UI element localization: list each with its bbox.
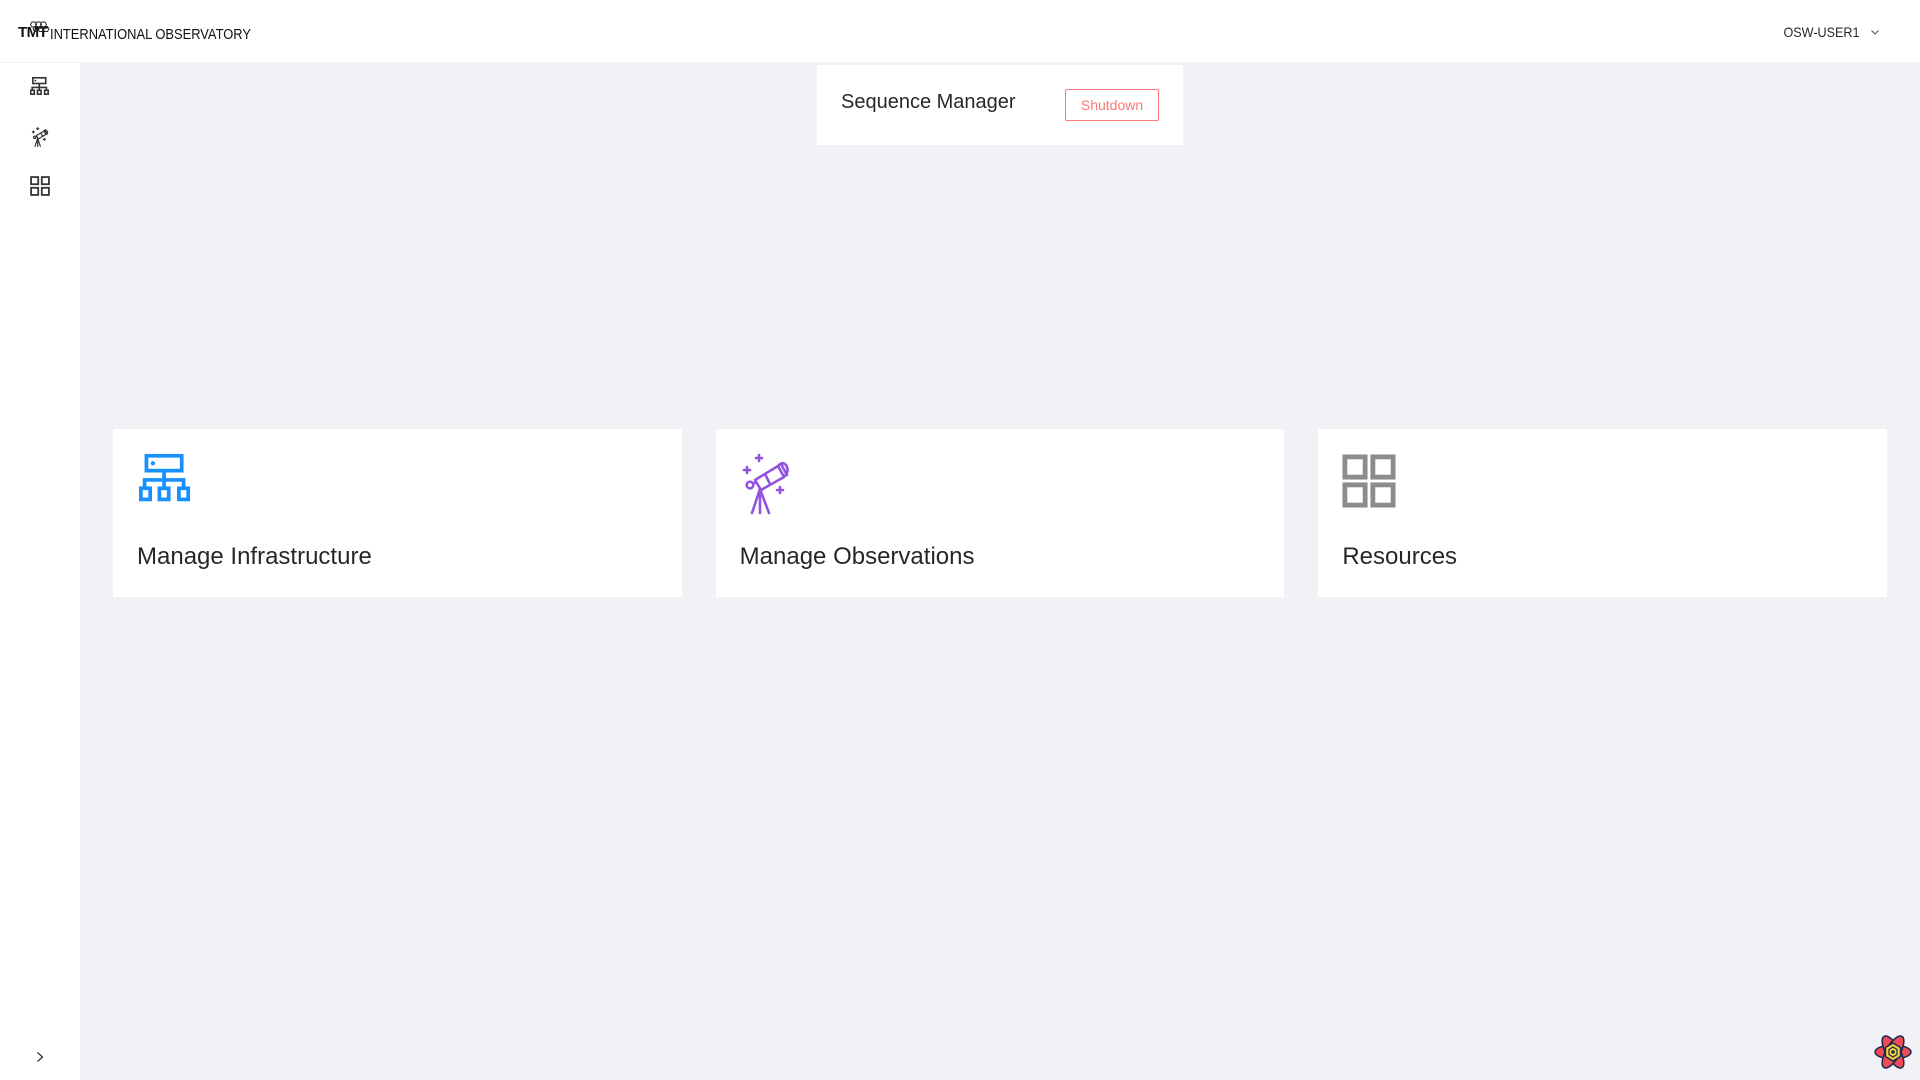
grid-icon — [1342, 454, 1396, 508]
sidebar-item-infrastructure[interactable] — [0, 66, 80, 106]
sidebar-item-observations[interactable] — [0, 117, 80, 157]
card-manage-observations[interactable]: Manage Observations — [715, 429, 1285, 597]
telescope-icon — [742, 453, 789, 515]
app-header: TMT INTERNATIONAL OBSERVATORY OSW-USER1 — [0, 0, 1920, 63]
network-icon — [139, 453, 191, 502]
logo-mark: TMT — [18, 21, 50, 42]
card-resources[interactable]: Resources — [1318, 429, 1888, 597]
chevron-down-icon — [1871, 30, 1879, 35]
card-title: Manage Infrastructure — [137, 543, 372, 570]
logo[interactable]: TMT INTERNATIONAL OBSERVATORY — [18, 12, 284, 42]
telescope-icon — [31, 127, 49, 147]
logo-name: INTERNATIONAL OBSERVATORY — [50, 26, 252, 43]
user-menu[interactable]: OSW-USER1 — [1775, 22, 1880, 42]
card-title: Resources — [1342, 543, 1458, 570]
shutdown-button[interactable]: Shutdown — [1065, 89, 1159, 121]
react-query-devtools-icon — [1874, 1035, 1912, 1069]
chevron-right-icon — [37, 1051, 44, 1062]
card-title: Manage Observations — [739, 543, 975, 570]
grid-icon — [30, 176, 50, 196]
sidebar — [0, 63, 80, 1080]
user-name: OSW-USER1 — [1783, 24, 1860, 40]
sidebar-item-resources[interactable] — [0, 166, 80, 206]
card-manage-infrastructure[interactable]: Manage Infrastructure — [113, 429, 682, 597]
network-icon — [30, 76, 50, 96]
sequence-manager-title: Sequence Manager — [841, 91, 1016, 113]
devtools-toggle-button[interactable] — [1873, 1032, 1913, 1072]
sequence-manager-panel: Sequence Manager Shutdown — [817, 65, 1183, 145]
home-cards: Manage Infrastructure Manage Observation… — [113, 429, 1888, 597]
sidebar-collapse-toggle[interactable] — [0, 1032, 80, 1080]
